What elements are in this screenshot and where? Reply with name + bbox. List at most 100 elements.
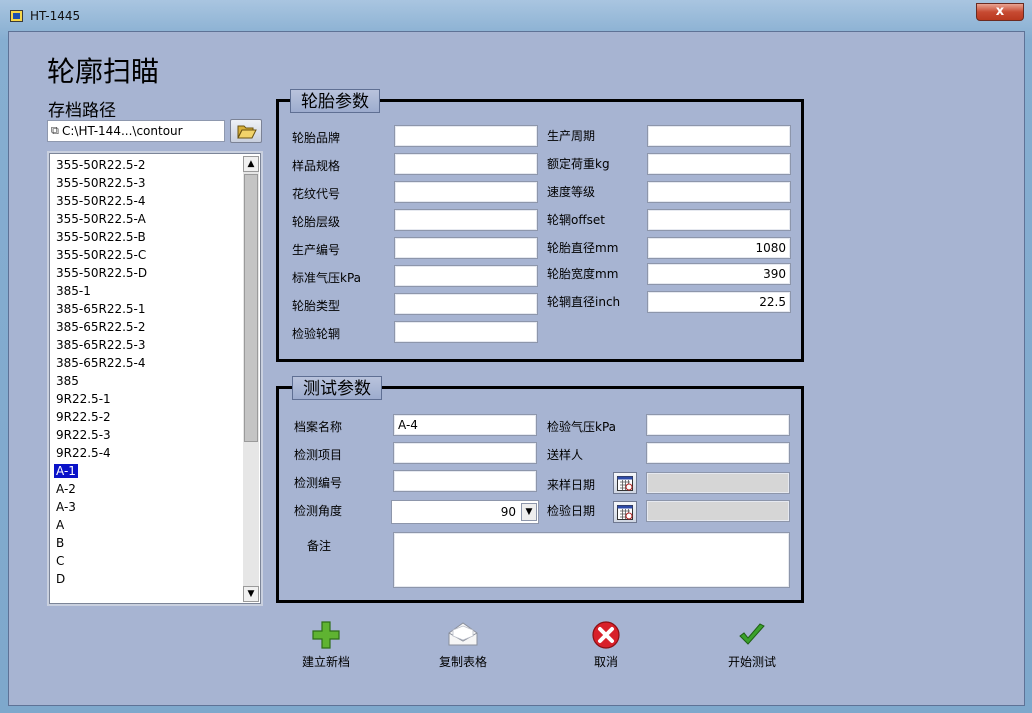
list-item[interactable]: 9R22.5-3 (50, 426, 242, 444)
tire-param-field[interactable]: 1080 (647, 237, 791, 259)
list-item[interactable]: 385 (50, 372, 242, 390)
list-item[interactable]: 385-65R22.5-2 (50, 318, 242, 336)
list-item-label: 385-1 (56, 284, 91, 298)
list-item-label: 385-65R22.5-4 (56, 356, 146, 370)
sample-date-picker-button[interactable] (613, 472, 637, 494)
list-item[interactable]: A-1 (50, 462, 242, 480)
cancel-button[interactable]: 取消 (561, 619, 651, 670)
browse-folder-button[interactable] (230, 119, 262, 143)
copy-form-button[interactable]: 复制表格 (418, 619, 508, 670)
tire-param-label: 标准气压kPa (292, 271, 362, 285)
list-item-label: A-2 (56, 482, 76, 496)
tire-param-field[interactable] (394, 265, 538, 287)
close-button[interactable]: x (976, 3, 1024, 21)
sample-date-field (646, 472, 790, 494)
list-item-label: 385-65R22.5-1 (56, 302, 146, 316)
tire-param-label: 样品规格 (292, 159, 341, 173)
scroll-down-icon[interactable]: ▼ (243, 586, 259, 602)
test-params-title: 测试参数 (292, 376, 382, 400)
calendar-icon (617, 476, 633, 491)
tire-param-field[interactable] (394, 125, 538, 147)
tire-param-field[interactable]: 22.5 (647, 291, 791, 313)
list-item[interactable]: 355-50R22.5-A (50, 210, 242, 228)
tire-param-field[interactable] (647, 181, 791, 203)
list-item-label: D (56, 572, 66, 586)
remark-label: 备注 (307, 539, 332, 553)
app-window: HT-1445 x 轮廓扫瞄 存档路径 ⧉ C:\HT-144...\conto… (0, 0, 1032, 713)
scroll-up-icon[interactable]: ▲ (243, 156, 259, 172)
list-item[interactable]: 355-50R22.5-C (50, 246, 242, 264)
tire-param-field[interactable] (394, 181, 538, 203)
start-test-button[interactable]: 开始测试 (707, 619, 797, 670)
tire-param-label: 轮胎类型 (292, 299, 341, 313)
list-item[interactable]: 355-50R22.5-3 (50, 174, 242, 192)
list-item-label: A-3 (56, 500, 76, 514)
list-item[interactable]: 385-65R22.5-1 (50, 300, 242, 318)
archive-listbox[interactable]: 355-50R22.5-2 355-50R22.5-3 355-50R22.5-4 3… (49, 153, 261, 604)
list-item-label: A (56, 518, 65, 532)
page-title: 轮廓扫瞄 (47, 55, 160, 88)
archive-path-input[interactable]: ⧉ C:\HT-144...\contour (47, 120, 225, 142)
tire-param-label: 轮胎宽度mm (547, 267, 619, 281)
tire-param-field[interactable] (394, 209, 538, 231)
tire-param-label: 轮胎品牌 (292, 131, 341, 145)
chevron-down-icon[interactable]: ▼ (521, 503, 537, 521)
list-item[interactable]: 385-1 (50, 282, 242, 300)
list-item-label: 385-65R22.5-2 (56, 320, 146, 334)
list-item[interactable]: 355-50R22.5-2 (50, 156, 242, 174)
list-item-label: 9R22.5-2 (56, 410, 111, 424)
path-icon: ⧉ (51, 124, 59, 137)
tire-param-field[interactable] (394, 153, 538, 175)
list-items: 355-50R22.5-2 355-50R22.5-3 355-50R22.5-4 3… (50, 156, 242, 588)
list-item[interactable]: 385-65R22.5-4 (50, 354, 242, 372)
list-item[interactable]: 355-50R22.5-B (50, 228, 242, 246)
tire-param-label: 生产周期 (547, 129, 596, 143)
list-item[interactable]: A-2 (50, 480, 242, 498)
list-scrollbar[interactable]: ▲ ▼ (243, 156, 259, 602)
title-bar: HT-1445 x (0, 0, 1032, 32)
file-name-field[interactable]: A-4 (393, 414, 537, 436)
test-no-field[interactable] (393, 470, 537, 492)
angle-label: 检测角度 (294, 504, 343, 518)
tire-param-field[interactable]: 390 (647, 263, 791, 285)
tire-param-field[interactable] (394, 321, 538, 343)
test-item-field[interactable] (393, 442, 537, 464)
list-item[interactable]: 9R22.5-2 (50, 408, 242, 426)
list-item-label: A-1 (54, 464, 78, 478)
list-item[interactable]: 9R22.5-1 (50, 390, 242, 408)
remark-field[interactable] (393, 532, 790, 588)
list-item-label: C (56, 554, 65, 568)
start-test-label: 开始测试 (727, 655, 776, 669)
tire-param-field[interactable] (394, 237, 538, 259)
list-item[interactable]: B (50, 534, 242, 552)
tire-param-label: 速度等级 (547, 185, 596, 199)
tire-param-field[interactable] (647, 209, 791, 231)
list-item[interactable]: 355-50R22.5-4 (50, 192, 242, 210)
tire-param-field[interactable] (394, 293, 538, 315)
test-date-picker-button[interactable] (613, 501, 637, 523)
tire-param-field[interactable] (647, 153, 791, 175)
list-item[interactable]: A (50, 516, 242, 534)
list-item-label: 9R22.5-4 (56, 446, 111, 460)
angle-dropdown[interactable]: 90 ▼ (391, 500, 539, 524)
tire-param-label: 额定荷重kg (547, 157, 610, 171)
scroll-thumb[interactable] (244, 174, 258, 442)
list-item-label: 355-50R22.5-D (56, 266, 148, 280)
list-item-label: 355-50R22.5-C (56, 248, 147, 262)
list-item[interactable]: D (50, 570, 242, 588)
list-item[interactable]: 355-50R22.5-D (50, 264, 242, 282)
list-item-label: B (56, 536, 65, 550)
new-file-button[interactable]: 建立新档 (281, 619, 371, 670)
copy-form-label: 复制表格 (438, 655, 487, 669)
list-item-label: 355-50R22.5-3 (56, 176, 146, 190)
list-item[interactable]: 385-65R22.5-3 (50, 336, 242, 354)
tire-param-field[interactable] (647, 125, 791, 147)
list-item[interactable]: 9R22.5-4 (50, 444, 242, 462)
pressure-label: 检验气压kPa (547, 420, 617, 434)
pressure-field[interactable] (646, 414, 790, 436)
client-area: 轮廓扫瞄 存档路径 ⧉ C:\HT-144...\contour 355-50R… (8, 31, 1025, 706)
list-item[interactable]: C (50, 552, 242, 570)
angle-value: 90 (500, 505, 516, 519)
list-item[interactable]: A-3 (50, 498, 242, 516)
sender-field[interactable] (646, 442, 790, 464)
